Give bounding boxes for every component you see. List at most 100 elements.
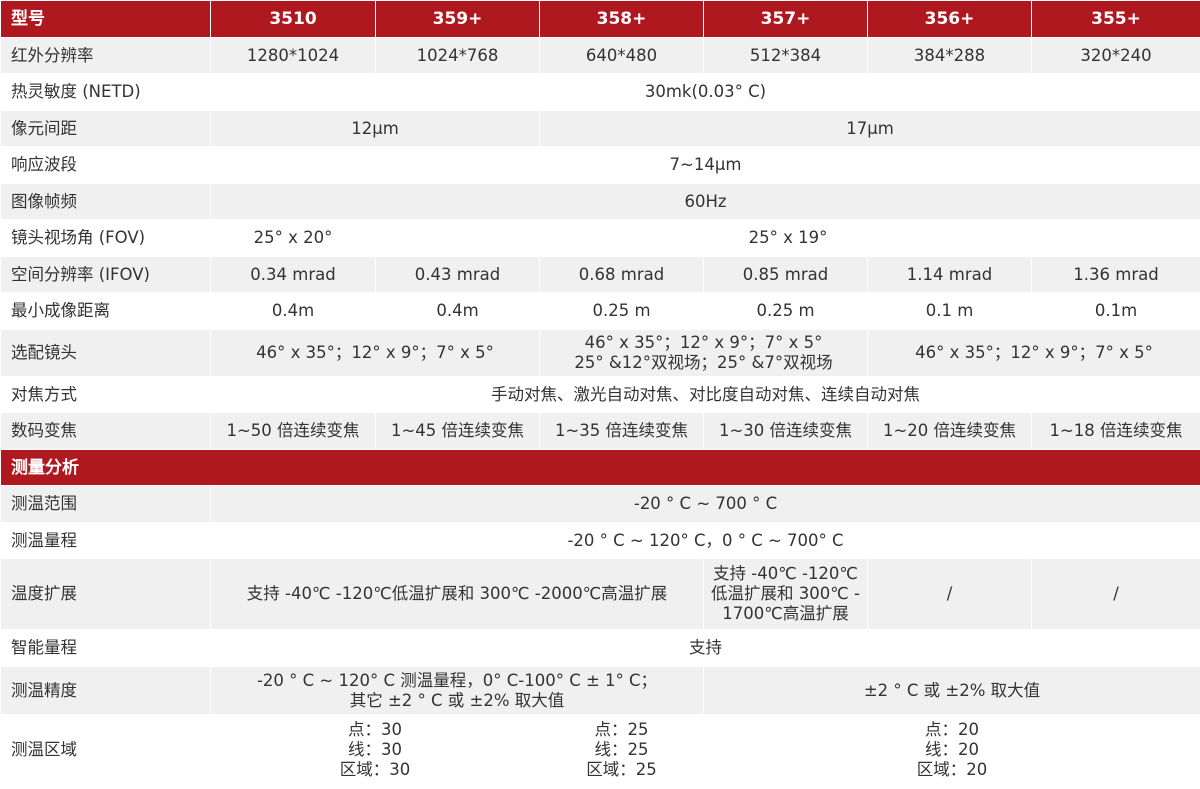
row-temp-extension: 温度扩展 支持 -40℃ -120℃低温扩展和 300℃ -2000℃高温扩展 … [0,558,1200,630]
cell: 0.1m [1031,292,1200,330]
cell: 25° x 19° [375,219,1200,257]
cell: 0.4m [210,292,376,330]
row-label: 选配镜头 [0,329,211,377]
row-min-distance: 最小成像距离 0.4m 0.4m 0.25 m 0.25 m 0.1 m 0.1… [0,292,1200,330]
cell: 0.85 mrad [703,256,868,293]
cell-line: 其它 ±2 ° C 或 ±2% 取大值 [349,690,565,710]
cell: 46° x 35°；12° x 9°；7° x 5° 25° &12°双视场；2… [539,329,868,377]
cell: 384*288 [867,37,1032,74]
row-label: 空间分辨率 (IFOV) [0,256,211,293]
row-netd: 热灵敏度 (NETD) 30mk(0.03° C) [0,73,1200,111]
cell: / [867,558,1032,630]
model-357: 357+ [703,0,868,38]
row-pixel-pitch: 像元间距 12μm 17μm [0,110,1200,147]
cell: 支持 -40℃ -120℃低温扩展和 300℃ -2000℃高温扩展 [210,558,704,630]
cell: 0.4m [375,292,540,330]
row-label: 测温量程 [0,522,211,559]
cell: -20 ° C ~ 120° C，0 ° C ~ 700° C [210,522,1200,559]
row-label: 像元间距 [0,110,211,147]
cell-line: 线：25 [594,739,649,759]
row-zoom: 数码变焦 1~50 倍连续变焦 1~45 倍连续变焦 1~35 倍连续变焦 1~… [0,412,1200,450]
cell-line: 点：30 [348,719,402,739]
row-label: 温度扩展 [0,558,211,630]
row-label: 红外分辨率 [0,37,211,74]
row-measure-span: 测温量程 -20 ° C ~ 120° C，0 ° C ~ 700° C [0,522,1200,559]
row-label: 热灵敏度 (NETD) [0,73,211,111]
cell-line: 1700℃高温扩展 [722,604,849,623]
cell: 支持 -40℃ -120℃ 低温扩展和 300℃ - 1700℃高温扩展 [703,558,868,630]
cell-line: 区域：25 [586,759,657,779]
row-fov: 镜头视场角 (FOV) 25° x 20° 25° x 19° [0,219,1200,257]
cell-line: 46° x 35°；12° x 9°；7° x 5° [584,333,823,352]
row-frame-rate: 图像帧频 60Hz [0,183,1200,220]
cell: 1~20 倍连续变焦 [867,412,1032,450]
cell: 0.43 mrad [375,256,540,293]
cell: 25° x 20° [210,219,376,257]
row-accuracy: 测温精度 -20 ° C ~ 120° C 测温量程，0° C-100° C ±… [0,666,1200,715]
model-355: 355+ [1031,0,1200,38]
cell: 0.68 mrad [539,256,704,293]
row-smart-range: 智能量程 支持 [0,629,1200,667]
cell: / [1031,558,1200,630]
cell: 1~50 倍连续变焦 [210,412,376,450]
model-359: 359+ [375,0,540,38]
row-label: 响应波段 [0,146,211,184]
cell: 1~30 倍连续变焦 [703,412,868,450]
cell: -20 ° C ~ 700 ° C [210,485,1200,523]
row-optional-lens: 选配镜头 46° x 35°；12° x 9°；7° x 5° 46° x 35… [0,329,1200,377]
row-label: 图像帧频 [0,183,211,220]
row-label: 最小成像距离 [0,292,211,330]
cell: 点：20 线：20 区域：20 [703,714,1200,785]
cell-line: 低温扩展和 300℃ - [711,584,860,603]
cell: 46° x 35°；12° x 9°；7° x 5° [867,329,1200,377]
cell: 17μm [539,110,1200,147]
row-ir-resolution: 红外分辨率 1280*1024 1024*768 640*480 512*384… [0,37,1200,74]
section-header-measurement: 测量分析 [0,449,1200,486]
row-measure-areas: 测温区域 点：30 线：30 区域：30 点：25 线：25 区域：25 点：2… [0,714,1200,785]
cell: 12μm [210,110,540,147]
cell: 手动对焦、激光自动对焦、对比度自动对焦、连续自动对焦 [210,376,1200,413]
cell: 1~18 倍连续变焦 [1031,412,1200,450]
row-measure-range: 测温范围 -20 ° C ~ 700 ° C [0,485,1200,523]
row-label: 数码变焦 [0,412,211,450]
cell-line: 区域：30 [339,759,411,779]
cell-line: 线：20 [925,739,979,759]
model-3510: 3510 [210,0,376,38]
cell-line: 线：30 [348,739,402,759]
row-label: 对焦方式 [0,376,211,413]
cell: 1.14 mrad [867,256,1032,293]
row-label: 测温精度 [0,666,211,715]
cell: 1280*1024 [210,37,376,74]
cell: 1~45 倍连续变焦 [375,412,540,450]
cell: 30mk(0.03° C) [210,73,1200,111]
cell: 320*240 [1031,37,1200,74]
cell: 7~14μm [210,146,1200,184]
cell: 0.34 mrad [210,256,376,293]
cell: 640*480 [539,37,704,74]
row-label: 测温区域 [0,714,211,785]
cell: 点：30 线：30 区域：30 [210,714,540,785]
cell: ±2 ° C 或 ±2% 取大值 [703,666,1200,715]
row-band: 响应波段 7~14μm [0,146,1200,184]
cell: 60Hz [210,183,1200,220]
row-ifov: 空间分辨率 (IFOV) 0.34 mrad 0.43 mrad 0.68 mr… [0,256,1200,293]
row-label: 镜头视场角 (FOV) [0,219,211,257]
model-358: 358+ [539,0,704,38]
header-row: 型号 3510 359+ 358+ 357+ 356+ 355+ [0,0,1200,38]
cell: 0.25 m [539,292,704,330]
cell: 0.1 m [867,292,1032,330]
model-356: 356+ [867,0,1032,38]
cell: 1024*768 [375,37,540,74]
cell: 0.25 m [703,292,868,330]
cell: 点：25 线：25 区域：25 [539,714,704,785]
cell: -20 ° C ~ 120° C 测温量程，0° C-100° C ± 1° C… [210,666,704,715]
cell-line: 25° &12°双视场；25° &7°双视场 [574,353,833,372]
row-label: 智能量程 [0,629,211,667]
header-label: 型号 [0,0,211,38]
cell-line: -20 ° C ~ 120° C 测温量程，0° C-100° C ± 1° C… [256,670,658,690]
cell: 512*384 [703,37,868,74]
row-label: 测温范围 [0,485,211,523]
cell: 1~35 倍连续变焦 [539,412,704,450]
cell-line: 点：20 [925,719,979,739]
cell: 1.36 mrad [1031,256,1200,293]
